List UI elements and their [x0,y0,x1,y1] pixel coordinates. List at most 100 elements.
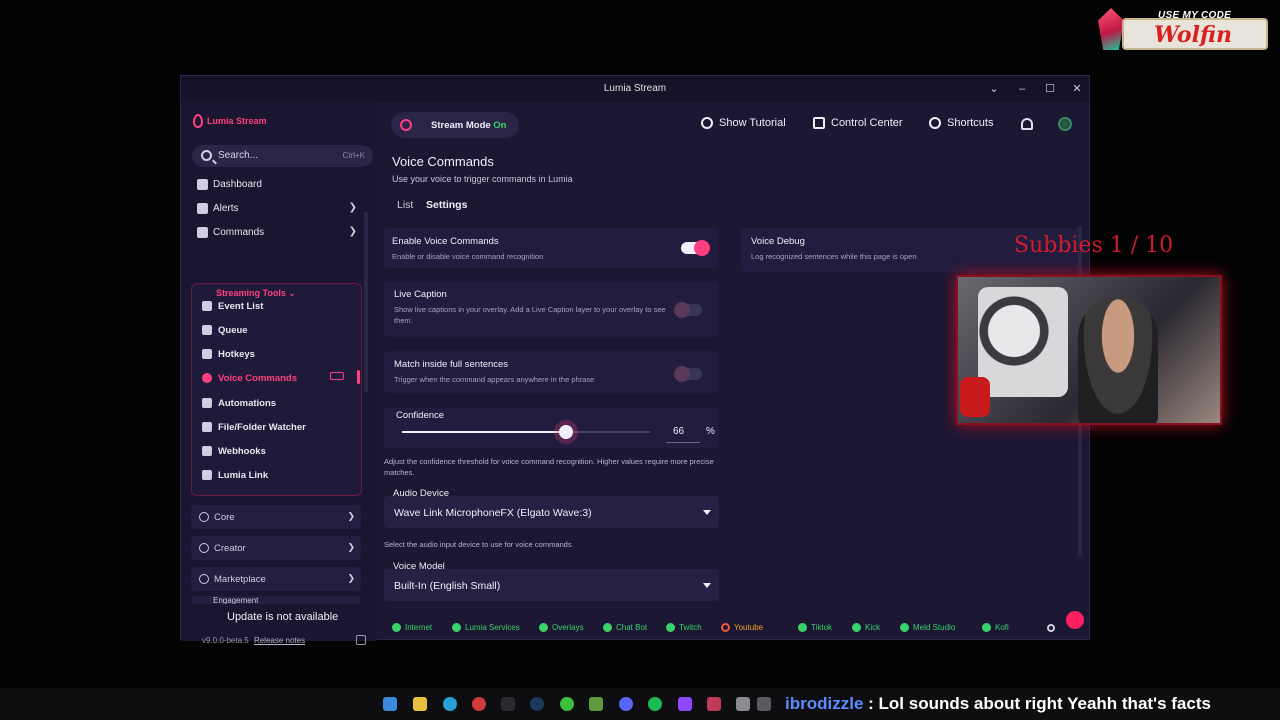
minimize-icon[interactable]: – [1015,82,1029,96]
app-icon-2[interactable] [736,697,750,711]
control-center-button[interactable]: Control Center [813,117,903,129]
search-input[interactable]: Search... Ctrl+K [192,145,373,167]
gear-icon[interactable] [1047,624,1055,632]
status-kofi[interactable]: Kofi [982,623,1009,632]
show-tutorial-label: Show Tutorial [719,117,786,129]
creator-icon [199,543,209,553]
live-caption-card: Live Caption Show live captions in your … [384,281,719,337]
stream-mode-state: On [493,120,507,131]
status-meld-studio[interactable]: Meld Studio [900,623,955,632]
enable-voice-toggle[interactable] [681,240,710,256]
epic-games-icon[interactable] [501,697,515,711]
title-bar[interactable]: Lumia Stream ⌄ – ☐ ✕ [181,76,1089,102]
sidebar-item-webhooks[interactable]: Webhooks [202,441,352,461]
check-circle-icon [452,623,461,632]
app-icon-3[interactable] [757,697,771,711]
sidebar-item-queue[interactable]: Queue [202,320,352,340]
status-label: Twitch [679,623,702,632]
sidebar-item-commands[interactable]: Commands ❯ [191,221,361,243]
match-sentences-card: Match inside full sentences Trigger when… [384,351,719,393]
sliders-icon [813,117,825,129]
sidebar-group-engagement[interactable]: Engagement [191,596,361,604]
sidebar-item-label: Webhooks [218,445,266,457]
active-indicator [357,370,360,384]
tab-list[interactable]: List [397,199,413,211]
dropdown-icon[interactable]: ⌄ [987,82,1001,96]
status-label: Kick [865,623,881,632]
status-twitch[interactable]: Twitch [666,623,702,632]
tab-settings[interactable]: Settings [426,199,467,211]
status-overlays[interactable]: Overlays [539,623,584,632]
confidence-input[interactable]: 66 [666,421,700,443]
setting-desc: Enable or disable voice command recognit… [392,252,544,261]
xbox-icon[interactable] [560,697,574,711]
discord-icon[interactable] [619,697,633,711]
sidebar-item-lumia-link[interactable]: Lumia Link [202,465,352,485]
audio-device-select[interactable]: Wave Link MicrophoneFX (Elgato Wave:3) [384,496,719,528]
steam-icon[interactable] [530,697,544,711]
queue-icon [202,325,212,335]
file-explorer-icon[interactable] [413,697,427,711]
sidebar-group-creator[interactable]: Creator ❯ [191,536,361,560]
status-label: Chat Bot [616,623,648,632]
minecraft-icon[interactable] [589,697,603,711]
status-lumia-services[interactable]: Lumia Services [452,623,520,632]
stream-mode-toggle[interactable]: Stream Mode On [391,112,519,138]
maximize-icon[interactable]: ☐ [1043,82,1057,96]
show-tutorial-button[interactable]: Show Tutorial [701,117,786,129]
page-subtitle: Use your voice to trigger commands in Lu… [392,174,573,184]
commands-icon [197,226,208,238]
confidence-slider-handle[interactable] [558,425,573,439]
release-notes-link[interactable]: Release notes [254,636,305,645]
sidebar-item-voice-commands[interactable]: Voice Commands [202,368,360,388]
search-icon [201,150,212,161]
voice-model-select[interactable]: Built-In (English Small) [384,569,719,601]
setting-desc: Trigger when the command appears anywher… [394,375,595,384]
sidebar-group-marketplace[interactable]: Marketplace ❯ [191,567,361,591]
enable-voice-commands-card: Enable Voice Commands Enable or disable … [384,228,719,268]
collapse-sidebar-icon[interactable] [356,635,366,645]
status-label: Kofi [995,623,1009,632]
status-internet[interactable]: Internet [392,623,432,632]
shortcuts-button[interactable]: Shortcuts [929,117,993,129]
close-icon[interactable]: ✕ [1070,82,1084,96]
sidebar-item-alerts[interactable]: Alerts ❯ [191,197,361,219]
status-orb-icon[interactable] [1058,117,1072,131]
check-circle-icon [798,623,807,632]
brand-logo[interactable]: Lumia Stream [193,114,267,128]
record-fab-button[interactable] [1066,611,1084,629]
edge-icon[interactable] [443,697,457,711]
status-kick[interactable]: Kick [852,623,880,632]
refresh-icon [721,623,730,632]
bell-icon[interactable] [1021,118,1033,130]
app-icon[interactable] [707,697,721,711]
vivaldi-icon[interactable] [472,697,486,711]
update-status: Update is not available [227,611,339,623]
sidebar-group-core[interactable]: Core ❯ [191,505,361,529]
status-chat-bot[interactable]: Chat Bot [603,623,647,632]
subbies-counter: Subbies 1 / 10 [1014,233,1174,258]
sidebar-item-automations[interactable]: Automations [202,393,352,413]
sidebar-item-file-folder-watcher[interactable]: File/Folder Watcher [202,417,352,437]
check-circle-icon [852,623,861,632]
confidence-slider-fill [402,431,566,433]
live-caption-toggle[interactable] [674,302,702,318]
toggle-knob [694,240,710,256]
webcam-feed [956,275,1222,425]
stream-mode-icon [400,119,412,131]
status-tiktok[interactable]: Tiktok [798,623,832,632]
control-center-label: Control Center [831,117,903,129]
status-label: Lumia Services [465,623,520,632]
windows-start-icon[interactable] [383,697,397,711]
match-sentences-toggle[interactable] [674,366,702,382]
sidebar-item-dashboard[interactable]: Dashboard [191,173,361,195]
sidebar-scrollbar[interactable] [364,212,368,392]
spotify-icon[interactable] [648,697,662,711]
status-label: Youtube [734,623,764,632]
status-youtube[interactable]: Youtube [721,623,763,632]
confidence-label: Confidence [396,410,445,421]
crystal-logo-icon [1098,8,1124,50]
twitch-icon[interactable] [678,697,692,711]
sidebar-item-hotkeys[interactable]: Hotkeys [202,344,352,364]
sidebar-item-event-list[interactable]: Event List [202,296,352,316]
